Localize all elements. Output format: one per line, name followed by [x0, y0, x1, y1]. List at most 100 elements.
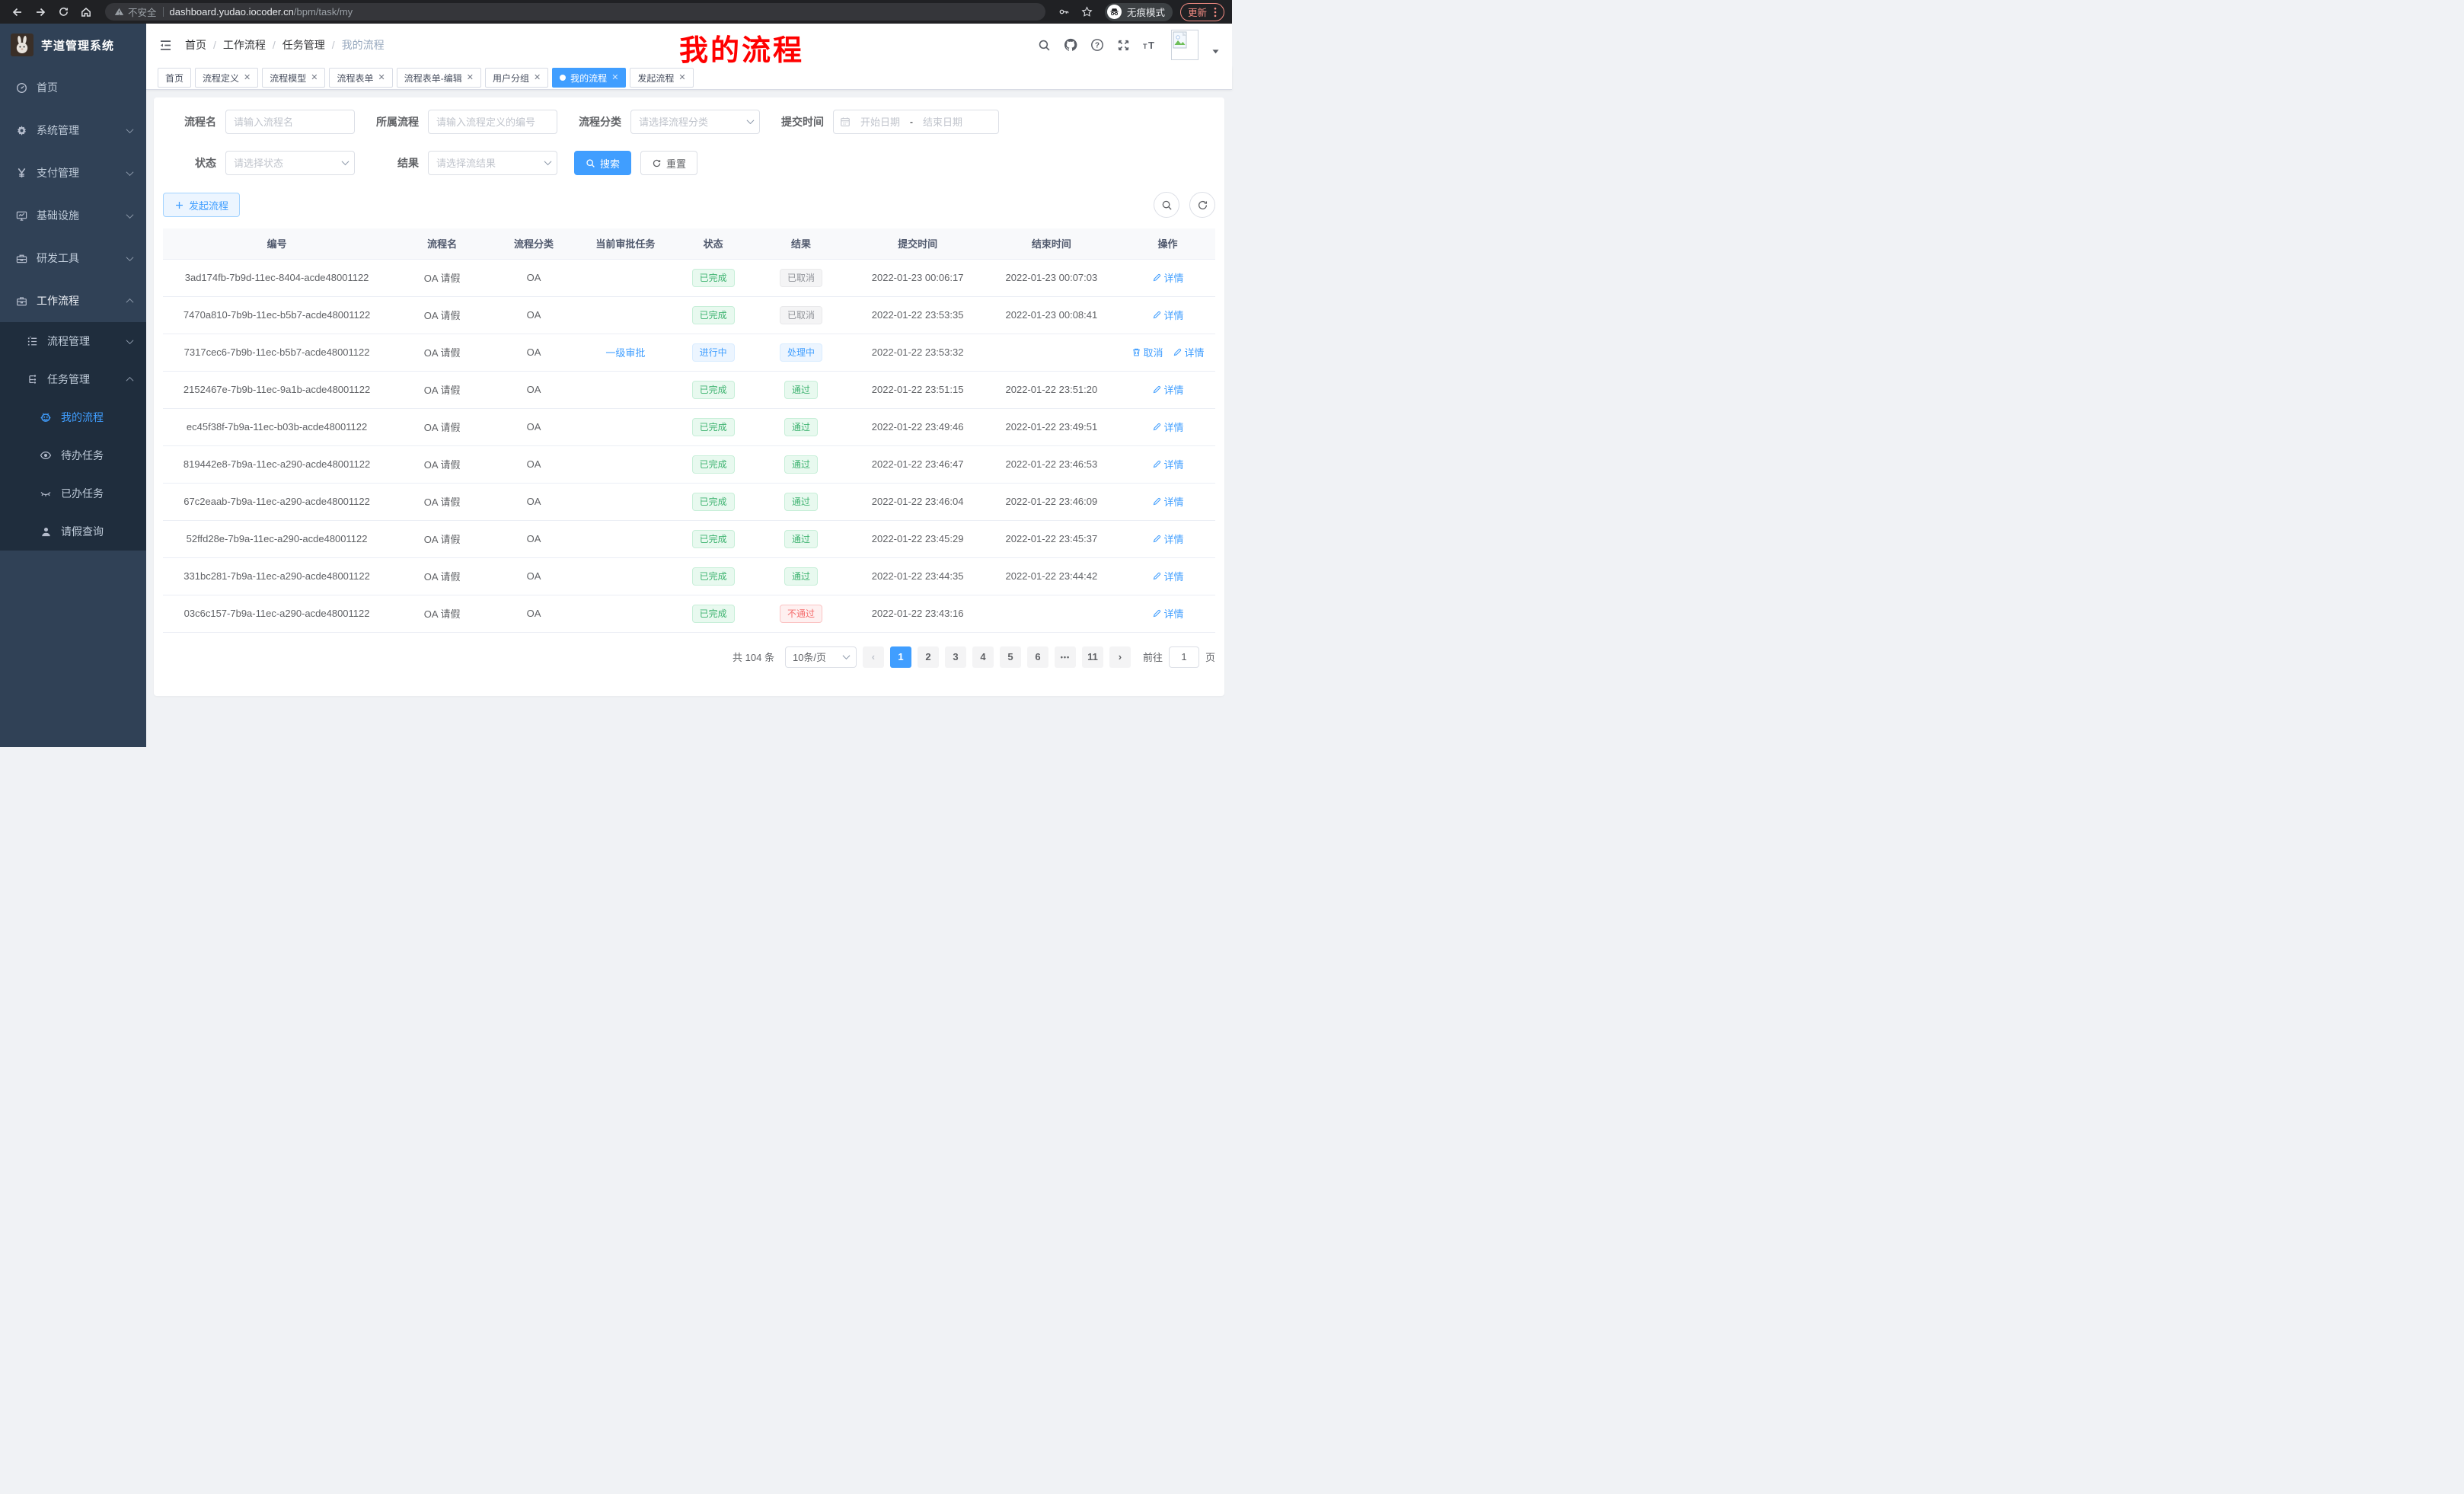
cell-process-id: 331bc281-7b9a-11ec-a290-acde48001122 [163, 557, 391, 595]
address-bar[interactable]: 不安全 dashboard.yudao.iocoder.cn/bpm/task/… [105, 3, 1045, 21]
start-process-button[interactable]: 发起流程 [163, 193, 240, 217]
current-task-link[interactable]: 一级审批 [605, 347, 645, 359]
table-row: 7317cec6-7b9b-11ec-b5b7-acde48001122OA 请… [163, 334, 1215, 371]
date-end-input[interactable] [914, 117, 971, 128]
user-avatar[interactable] [1171, 30, 1198, 60]
tab-user-group[interactable]: 用户分组✕ [485, 68, 548, 88]
reset-button[interactable]: 重置 [640, 151, 697, 175]
avatar-caret-icon[interactable] [1211, 49, 1220, 55]
tab-process-form[interactable]: 流程表单✕ [329, 68, 392, 88]
tab-close-icon[interactable]: ✕ [378, 74, 385, 82]
tab-home[interactable]: 首页 [158, 68, 191, 88]
detail-action[interactable]: 详情 [1152, 606, 1184, 621]
detail-action[interactable]: 详情 [1173, 345, 1205, 359]
help-icon[interactable]: ? [1090, 38, 1104, 52]
show-search-button[interactable] [1154, 192, 1179, 218]
tab-close-icon[interactable]: ✕ [244, 74, 251, 82]
app-logo-row[interactable]: 芋道管理系统 [0, 24, 146, 66]
page-button-1[interactable]: 1 [890, 646, 911, 668]
table-row: 03c6c157-7b9a-11ec-a290-acde48001122OA 请… [163, 595, 1215, 632]
search-icon[interactable] [1038, 39, 1051, 52]
page-button-2[interactable]: 2 [918, 646, 939, 668]
breadcrumb-task-mgmt[interactable]: 任务管理 [282, 37, 325, 53]
detail-action[interactable]: 详情 [1152, 308, 1184, 322]
breadcrumb-workflow[interactable]: 工作流程 [223, 37, 266, 53]
tab-process-definition[interactable]: 流程定义✕ [195, 68, 258, 88]
tab-close-icon[interactable]: ✕ [611, 74, 618, 82]
detail-action[interactable]: 详情 [1152, 569, 1184, 583]
status-select[interactable] [225, 151, 355, 175]
sidebar-item-payment[interactable]: 支付管理 [0, 152, 146, 194]
page-button-4[interactable]: 4 [972, 646, 994, 668]
process-name-input[interactable] [225, 110, 355, 134]
goto-page-input[interactable] [1169, 646, 1199, 668]
sidebar-item-todo-tasks[interactable]: 待办任务 [0, 436, 146, 474]
toolbox-icon [15, 253, 27, 264]
font-size-icon[interactable]: TT [1143, 39, 1158, 51]
bookmark-star-icon[interactable] [1077, 2, 1097, 22]
cell-process-id: 819442e8-7b9a-11ec-a290-acde48001122 [163, 445, 391, 483]
detail-action[interactable]: 详情 [1152, 420, 1184, 434]
page-ellipsis[interactable]: ••• [1055, 646, 1076, 668]
tab-start-process[interactable]: 发起流程✕ [630, 68, 693, 88]
sidebar-item-devtools[interactable]: 研发工具 [0, 237, 146, 279]
sidebar-item-my-process[interactable]: 我的流程 [0, 398, 146, 436]
tab-close-icon[interactable]: ✕ [534, 74, 541, 82]
submit-time-range-picker[interactable]: - [833, 110, 999, 134]
sidebar-item-infra[interactable]: 基础设施 [0, 194, 146, 237]
sidebar-item-home[interactable]: 首页 [0, 66, 146, 109]
update-button[interactable]: 更新 [1180, 3, 1224, 21]
parent-process-input[interactable] [428, 110, 557, 134]
sidebar-item-task-mgmt[interactable]: 任务管理 [0, 360, 146, 398]
reload-icon[interactable] [53, 2, 73, 22]
github-icon[interactable] [1064, 38, 1077, 52]
sidebar-item-workflow[interactable]: 工作流程 [0, 279, 146, 322]
page-button-5[interactable]: 5 [1000, 646, 1021, 668]
warning-triangle-icon [114, 7, 124, 17]
detail-action[interactable]: 详情 [1152, 382, 1184, 397]
flow-icon [26, 336, 38, 347]
detail-action[interactable]: 详情 [1152, 494, 1184, 509]
result-select[interactable] [428, 151, 557, 175]
detail-action[interactable]: 详情 [1152, 457, 1184, 471]
sidebar: 芋道管理系统 首页系统管理支付管理基础设施研发工具工作流程流程管理任务管理我的流… [0, 24, 146, 747]
category-select[interactable] [630, 110, 760, 134]
tab-my-process[interactable]: 我的流程✕ [552, 68, 626, 88]
cell-actions: 详情 [1120, 296, 1215, 334]
kebab-menu-icon[interactable] [1214, 7, 1217, 18]
sidebar-item-system[interactable]: 系统管理 [0, 109, 146, 152]
tab-process-model[interactable]: 流程模型✕ [262, 68, 325, 88]
page-button-3[interactable]: 3 [945, 646, 966, 668]
page-button-6[interactable]: 6 [1027, 646, 1048, 668]
fullscreen-icon[interactable] [1117, 39, 1130, 52]
table-row: 819442e8-7b9a-11ec-a290-acde48001122OA 请… [163, 445, 1215, 483]
cancel-action[interactable]: 取消 [1131, 345, 1163, 359]
cell-category: OA [493, 445, 574, 483]
cell-result: 不通过 [750, 595, 853, 632]
cell-actions: 详情 [1120, 483, 1215, 520]
detail-action[interactable]: 详情 [1152, 532, 1184, 546]
forward-icon[interactable] [30, 2, 50, 22]
back-icon[interactable] [8, 2, 27, 22]
result-badge: 通过 [784, 381, 818, 399]
refresh-button[interactable] [1189, 192, 1215, 218]
search-button[interactable]: 搜索 [574, 151, 631, 175]
prev-page-button[interactable]: ‹ [863, 646, 884, 668]
tab-close-icon[interactable]: ✕ [678, 74, 685, 82]
sidebar-item-done-tasks[interactable]: 已办任务 [0, 474, 146, 512]
tab-close-icon[interactable]: ✕ [311, 74, 318, 82]
detail-action[interactable]: 详情 [1152, 270, 1184, 285]
home-icon[interactable] [76, 2, 96, 22]
sidebar-item-process-mgmt[interactable]: 流程管理 [0, 322, 146, 360]
page-button-11[interactable]: 11 [1082, 646, 1103, 668]
tab-process-form-edit[interactable]: 流程表单-编辑✕ [397, 68, 481, 88]
security-indicator[interactable]: 不安全 [114, 5, 157, 19]
next-page-button[interactable]: › [1109, 646, 1131, 668]
page-size-select[interactable]: 10条/页 [785, 646, 857, 668]
date-start-input[interactable] [852, 117, 908, 128]
sidebar-item-leave-query[interactable]: 请假查询 [0, 512, 146, 551]
sidebar-collapse-icon[interactable] [158, 38, 173, 53]
tab-close-icon[interactable]: ✕ [467, 74, 474, 82]
breadcrumb-home[interactable]: 首页 [185, 37, 206, 53]
key-icon[interactable] [1055, 2, 1074, 22]
